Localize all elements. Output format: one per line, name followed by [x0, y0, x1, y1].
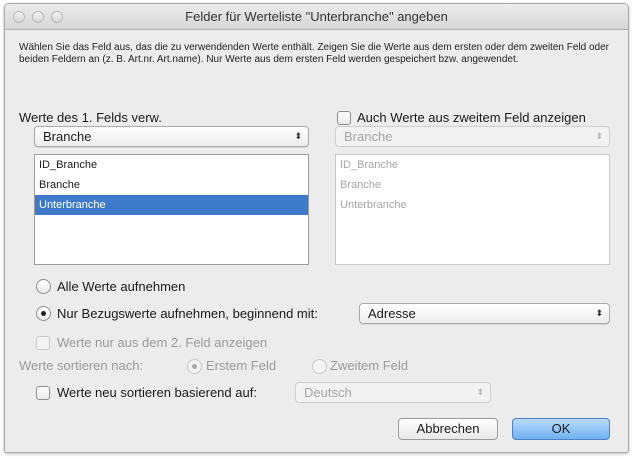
window-title: Felder für Werteliste "Unterbranche" ang…	[185, 9, 448, 24]
all-values-radio[interactable]	[36, 279, 51, 294]
second-field-selected: Branche	[344, 129, 393, 144]
popup-arrows-icon: ⬍	[595, 308, 603, 318]
first-field-list[interactable]: ID_Branche Branche Unterbranche	[34, 154, 309, 265]
show-second-field-label: Auch Werte aus zweitem Feld anzeigen	[357, 110, 586, 125]
title-bar: Felder für Werteliste "Unterbranche" ang…	[5, 4, 628, 30]
first-field-popup[interactable]: Branche ⬍	[34, 126, 309, 147]
dialog-window: Felder für Werteliste "Unterbranche" ang…	[4, 3, 629, 453]
resort-language-selected: Deutsch	[304, 385, 352, 400]
all-values-label: Alle Werte aufnehmen	[57, 279, 186, 294]
sort-second-radio	[312, 359, 327, 374]
second-only-checkbox	[36, 336, 50, 350]
related-table-popup[interactable]: Adresse ⬍	[359, 303, 610, 324]
list-item: ID_Branche	[340, 159, 399, 171]
instruction-text: Wählen Sie das Feld aus, das die zu verw…	[19, 42, 609, 65]
related-values-label: Nur Bezugswerte aufnehmen, beginnend mit…	[57, 306, 318, 321]
cancel-button[interactable]: Abbrechen	[398, 418, 498, 440]
list-item[interactable]: ID_Branche	[35, 155, 308, 175]
resort-label: Werte neu sortieren basierend auf:	[57, 385, 257, 400]
sort-second-label: Zweitem Feld	[330, 358, 409, 373]
first-field-label: Werte des 1. Felds verw.	[19, 110, 162, 125]
list-item-selected[interactable]: Unterbranche	[35, 195, 308, 215]
popup-arrows-icon: ⬍	[595, 131, 603, 141]
sort-by-label: Werte sortieren nach:	[19, 358, 144, 373]
first-field-selected: Branche	[43, 129, 92, 144]
list-item: Unterbranche	[340, 199, 407, 211]
sort-first-label: Erstem Feld	[206, 358, 277, 373]
related-table-selected: Adresse	[368, 306, 416, 321]
popup-arrows-icon: ⬍	[476, 387, 484, 397]
list-item[interactable]: Branche	[35, 175, 308, 195]
show-second-field-checkbox[interactable]	[337, 111, 351, 125]
resort-language-popup: Deutsch ⬍	[295, 382, 491, 403]
second-field-popup: Branche ⬍	[335, 126, 610, 147]
ok-button[interactable]: OK	[512, 418, 610, 440]
list-item: Branche	[340, 179, 381, 191]
resort-checkbox[interactable]	[36, 386, 50, 400]
second-only-label: Werte nur aus dem 2. Feld anzeigen	[57, 335, 268, 350]
popup-arrows-icon: ⬍	[294, 131, 302, 141]
sort-first-radio	[187, 359, 202, 374]
second-field-list: ID_Branche Branche Unterbranche	[335, 154, 610, 265]
related-values-radio[interactable]	[36, 306, 51, 321]
